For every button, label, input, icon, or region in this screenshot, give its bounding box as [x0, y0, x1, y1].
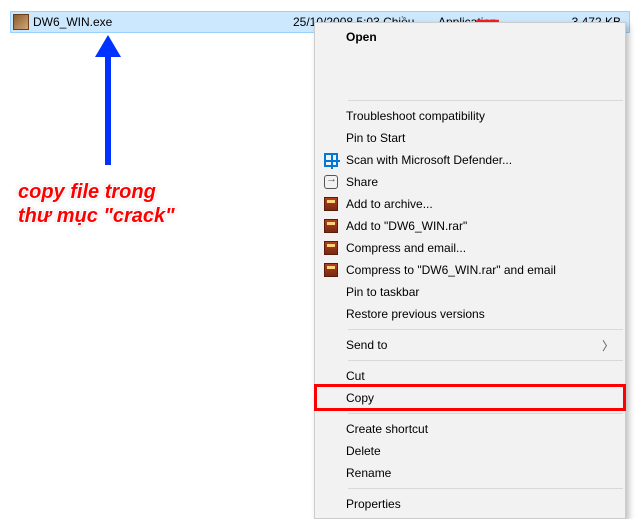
annotation-text: copy file trong thư mục "crack" — [18, 180, 175, 228]
menu-pin-taskbar[interactable]: Pin to taskbar — [316, 281, 624, 303]
menu-separator — [348, 488, 623, 489]
chevron-right-icon: 〉 — [602, 337, 614, 354]
annotation-arrow — [101, 35, 115, 165]
menu-separator — [348, 360, 623, 361]
menu-properties[interactable]: Properties — [316, 493, 624, 515]
shield-icon — [316, 153, 346, 167]
menu-send-to[interactable]: Send to〉 — [316, 334, 624, 356]
menu-separator — [348, 413, 623, 414]
menu-rename[interactable]: Rename — [316, 462, 624, 484]
menu-troubleshoot[interactable]: Troubleshoot compatibility — [316, 105, 624, 127]
menu-copy[interactable]: Copy — [316, 387, 624, 409]
menu-compress-email[interactable]: Compress and email... — [316, 237, 624, 259]
menu-separator — [348, 100, 623, 101]
menu-gap — [316, 48, 624, 96]
share-icon — [316, 175, 346, 189]
menu-add-archive[interactable]: Add to archive... — [316, 193, 624, 215]
menu-cut[interactable]: Cut — [316, 365, 624, 387]
menu-add-to-rar[interactable]: Add to "DW6_WIN.rar" — [316, 215, 624, 237]
menu-share[interactable]: Share — [316, 171, 624, 193]
exe-icon — [13, 14, 29, 30]
menu-create-shortcut[interactable]: Create shortcut — [316, 418, 624, 440]
archive-icon — [316, 219, 346, 233]
archive-icon — [316, 197, 346, 211]
archive-icon — [316, 241, 346, 255]
menu-defender[interactable]: Scan with Microsoft Defender... — [316, 149, 624, 171]
menu-compress-rar-email[interactable]: Compress to "DW6_WIN.rar" and email — [316, 259, 624, 281]
menu-separator — [348, 329, 623, 330]
file-name: DW6_WIN.exe — [33, 15, 293, 29]
menu-restore[interactable]: Restore previous versions — [316, 303, 624, 325]
archive-icon — [316, 263, 346, 277]
menu-pin-start[interactable]: Pin to Start — [316, 127, 624, 149]
menu-open[interactable]: Open — [316, 26, 624, 48]
context-menu: Open Troubleshoot compatibility Pin to S… — [314, 22, 626, 519]
menu-delete[interactable]: Delete — [316, 440, 624, 462]
